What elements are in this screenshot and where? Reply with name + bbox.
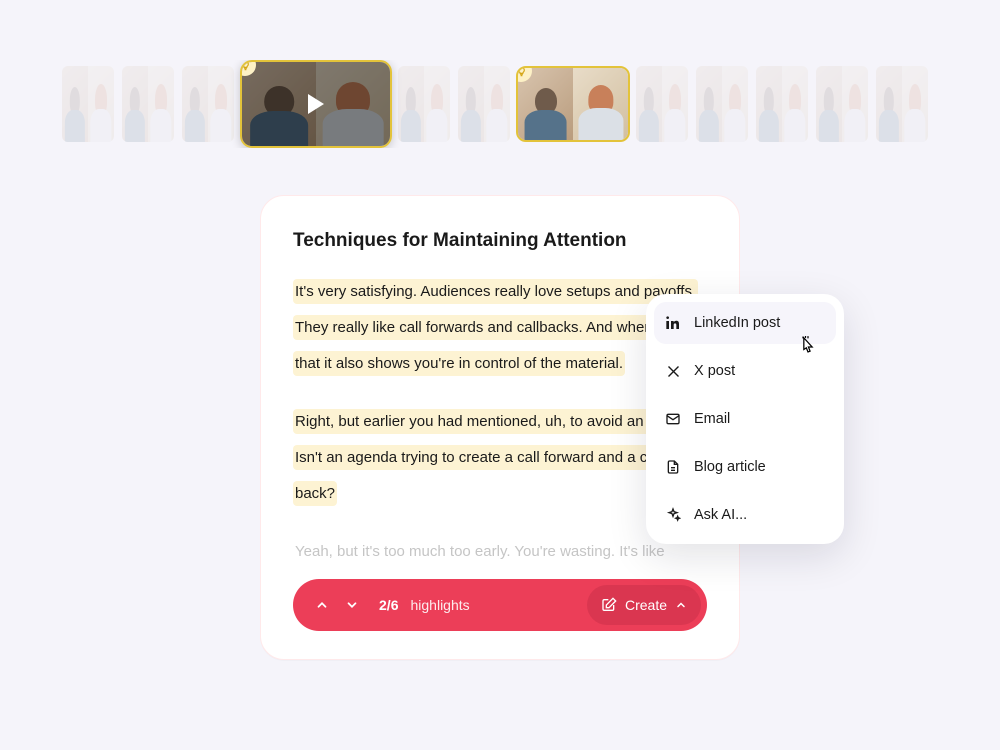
prev-highlight-button[interactable] <box>313 596 331 614</box>
menu-item-label: X post <box>694 363 735 379</box>
timeline-thumb[interactable] <box>456 64 512 144</box>
lightbulb-icon <box>240 60 256 76</box>
timeline-thumb[interactable] <box>120 64 176 144</box>
timeline-thumb[interactable] <box>694 64 750 144</box>
timeline-thumb[interactable] <box>180 64 236 144</box>
email-icon <box>664 410 682 428</box>
menu-item-label: Email <box>694 411 730 427</box>
timeline-thumb[interactable] <box>60 64 116 144</box>
x-icon <box>664 362 682 380</box>
highlight-text[interactable]: Right, but earlier you had mentioned, uh… <box>293 409 704 506</box>
sparkle-icon <box>664 506 682 524</box>
transcript-text-faded: Yeah, but it's too much too early. You'r… <box>293 539 667 564</box>
edit-icon <box>601 597 617 613</box>
timeline-thumb-highlighted[interactable] <box>516 66 630 142</box>
chevron-up-icon <box>675 599 687 611</box>
timeline-thumb[interactable] <box>814 64 870 144</box>
pointer-cursor-icon <box>798 336 818 358</box>
timeline-thumb-current[interactable] <box>240 60 392 148</box>
create-menu: LinkedIn post X post Email Blog article … <box>646 294 844 544</box>
timeline-thumb[interactable] <box>634 64 690 144</box>
highlight-counter: 2/6 <box>379 597 398 613</box>
next-highlight-button[interactable] <box>343 596 361 614</box>
timeline-thumb[interactable] <box>874 64 930 144</box>
menu-item-ask-ai[interactable]: Ask AI... <box>654 494 836 536</box>
menu-item-label: LinkedIn post <box>694 315 780 331</box>
transcript-paragraph[interactable]: Right, but earlier you had mentioned, uh… <box>293 404 707 512</box>
transcript-paragraph[interactable]: Yeah, but it's too much too early. You'r… <box>293 534 707 570</box>
menu-item-label: Blog article <box>694 459 766 475</box>
menu-item-label: Ask AI... <box>694 507 747 523</box>
transcript-paragraph[interactable]: It's very satisfying. Audiences really l… <box>293 274 707 382</box>
highlights-label: highlights <box>410 597 469 613</box>
create-button[interactable]: Create <box>587 585 701 625</box>
linkedin-icon <box>664 314 682 332</box>
video-timeline[interactable] <box>0 60 1000 148</box>
highlight-text[interactable]: It's very satisfying. Audiences really l… <box>293 279 704 376</box>
menu-item-email[interactable]: Email <box>654 398 836 440</box>
create-button-label: Create <box>625 597 667 613</box>
card-title: Techniques for Maintaining Attention <box>293 230 707 252</box>
timeline-thumb[interactable] <box>754 64 810 144</box>
highlight-nav-bar: 2/6 highlights Create <box>293 579 707 631</box>
menu-item-blog-article[interactable]: Blog article <box>654 446 836 488</box>
play-icon <box>308 94 324 114</box>
timeline-thumb[interactable] <box>396 64 452 144</box>
document-icon <box>664 458 682 476</box>
transcript-body: It's very satisfying. Audiences really l… <box>293 274 707 579</box>
